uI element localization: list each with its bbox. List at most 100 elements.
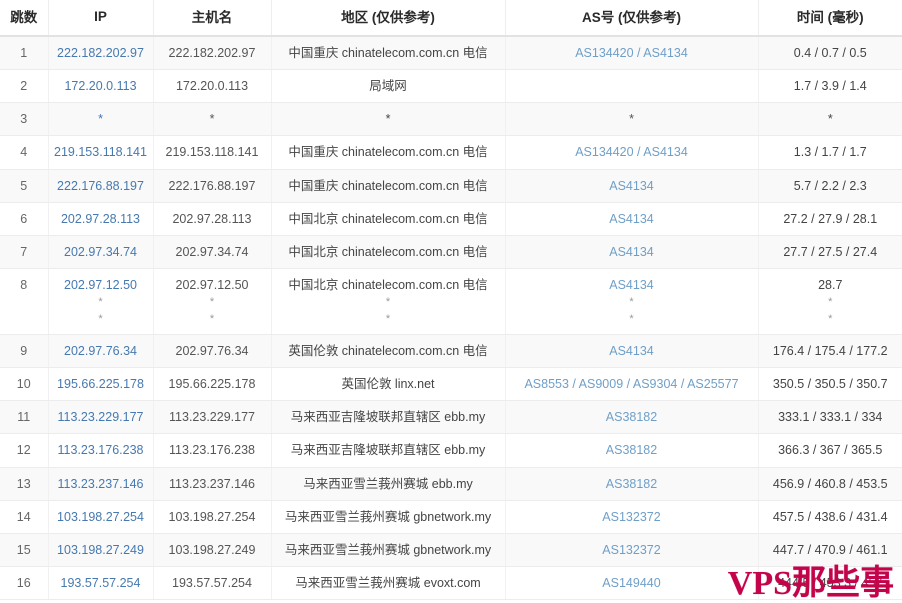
cell-as-link[interactable]: AS38182 [606, 443, 657, 457]
cell-as-link[interactable]: AS132372 [602, 543, 660, 557]
cell-host-text: 195.66.225.178 [168, 377, 256, 392]
cell-ip[interactable]: 113.23.176.238 [48, 433, 154, 468]
cell-host-text: 222.176.88.197 [168, 178, 256, 193]
cell-as-link[interactable]: AS8553 / AS9009 / AS9304 / AS25577 [524, 377, 738, 391]
cell-as[interactable]: AS149440 [505, 566, 759, 601]
cell-hop: 5 [0, 169, 49, 203]
cell-ip-link[interactable]: 219.153.118.141 [54, 145, 147, 159]
cell-ip-link[interactable]: 195.66.225.178 [57, 377, 144, 391]
cell-geo: 马来西亚雪兰莪州赛城 gbnetwork.my [271, 500, 506, 534]
cell-ip[interactable]: 195.66.225.178 [48, 367, 154, 402]
cell-as[interactable]: AS38182 [505, 433, 759, 468]
cell-as[interactable]: AS4134 [505, 334, 759, 369]
cell-as-link[interactable]: AS4134 [609, 179, 653, 193]
cell-time: 27.2 / 27.9 / 28.1 [758, 202, 902, 236]
cell-hop: 8 [0, 268, 49, 336]
cell-ip[interactable]: 113.23.229.177 [48, 400, 154, 435]
cell-as[interactable]: AS4134 [505, 169, 759, 203]
cell-time-text: 444.5 / 453.3 / 457 [778, 575, 883, 590]
cell-as-link[interactable]: AS38182 [606, 410, 657, 424]
cell-ip-link[interactable]: 103.198.27.249 [57, 543, 144, 557]
cell-time-text: 28.7 [818, 277, 843, 292]
cell-ip-link[interactable]: 202.97.76.34 [64, 344, 137, 358]
cell-host: 202.97.34.74 [153, 235, 272, 269]
cell-as-link[interactable]: AS134420 / AS4134 [575, 46, 688, 60]
cell-ip[interactable]: 202.97.28.113 [48, 202, 154, 236]
cell-ip-link[interactable]: 202.97.34.74 [64, 245, 137, 259]
cell-host: 193.57.57.254 [153, 566, 272, 601]
cell-host-text: 113.23.237.146 [169, 476, 255, 491]
cell-hop-text: 2 [20, 79, 28, 94]
cell-time: 1.7 / 3.9 / 1.4 [758, 69, 902, 104]
cell-ip[interactable]: 202.97.34.74 [48, 235, 154, 269]
column-header-host: 主机名 [153, 0, 272, 37]
cell-host-text: 202.97.76.34 [175, 344, 249, 358]
cell-ip[interactable]: 103.198.27.249 [48, 533, 154, 567]
cell-as[interactable]: AS8553 / AS9009 / AS9304 / AS25577 [505, 367, 759, 402]
cell-geo: 马来西亚吉隆坡联邦直辖区 ebb.my [271, 433, 506, 468]
cell-ip-link[interactable]: 222.182.202.97 [57, 46, 144, 60]
cell-ip-link[interactable]: 202.97.12.50 [64, 278, 137, 292]
cell-as-link[interactable]: AS4134 [609, 245, 653, 259]
cell-ip[interactable]: 202.97.76.34 [48, 334, 154, 369]
cell-as-link[interactable]: AS134420 / AS4134 [575, 145, 688, 159]
cell-as-link[interactable]: AS4134 [609, 344, 653, 358]
cell-geo-text: 中国重庆 chinatelecom.com.cn 电信 [288, 46, 488, 60]
cell-ip-link[interactable]: 202.97.28.113 [61, 212, 140, 226]
cell-as-link[interactable]: AS132372 [602, 510, 660, 524]
cell-hop: 2 [0, 69, 49, 104]
cell-time: 28.7 * * [758, 268, 902, 336]
cell-host: 202.97.12.50 * * [153, 268, 272, 336]
cell-ip-link[interactable]: 113.23.229.177 [58, 410, 144, 424]
cell-ip-link[interactable]: 193.57.57.254 [61, 576, 141, 590]
cell-as-link[interactable]: AS4134 [609, 212, 653, 226]
cell-ip-link[interactable]: 222.176.88.197 [57, 179, 144, 193]
cell-as[interactable]: AS38182 [505, 467, 759, 501]
cell-hop-text: 6 [20, 211, 28, 226]
cell-ip-link[interactable]: 113.23.237.146 [58, 477, 144, 491]
cell-ip[interactable]: 219.153.118.141 [48, 135, 154, 170]
cell-ip-link[interactable]: * [98, 112, 103, 126]
cell-geo: 英国伦敦 linx.net [271, 367, 506, 402]
cell-ip[interactable]: 172.20.0.113 [48, 69, 154, 104]
table-row: 10 195.66.225.178 195.66.225.178 英国伦敦 linx.… [0, 367, 902, 402]
cell-geo-text: 中国重庆 chinatelecom.com.cn 电信 [288, 178, 488, 193]
cell-time-text: 333.1 / 333.1 / 334 [778, 410, 883, 425]
cell-as[interactable]: AS132372 [505, 500, 759, 534]
cell-ip[interactable]: 193.57.57.254 [48, 566, 154, 601]
timeout-marker: * [209, 296, 215, 308]
cell-geo: 中国重庆 chinatelecom.com.cn 电信 [271, 135, 506, 170]
cell-as[interactable]: AS134420 / AS4134 [505, 36, 759, 71]
timeout-marker: * [828, 296, 833, 308]
cell-ip[interactable]: 222.176.88.197 [48, 169, 154, 203]
cell-host: 222.176.88.197 [153, 169, 272, 203]
cell-as-link[interactable]: AS149440 [602, 576, 660, 590]
cell-geo-text: 马来西亚雪兰莪州赛城 ebb.my [303, 476, 473, 491]
table-row: 4 219.153.118.141 219.153.118.141 中国重庆 chin… [0, 135, 902, 170]
cell-as[interactable]: AS38182 [505, 400, 759, 435]
cell-as-text: * [629, 112, 634, 127]
cell-as-link[interactable]: AS38182 [606, 477, 657, 491]
cell-hop-text: 5 [20, 178, 28, 193]
cell-as[interactable]: AS132372 [505, 533, 759, 567]
cell-ip-link[interactable]: 103.198.27.254 [57, 510, 144, 524]
cell-time: 0.4 / 0.7 / 0.5 [758, 36, 902, 71]
cell-as[interactable]: AS4134 * * [505, 268, 759, 336]
cell-as[interactable]: AS134420 / AS4134 [505, 135, 759, 170]
cell-time-text: 366.3 / 367 / 365.5 [778, 443, 883, 458]
cell-ip[interactable]: 103.198.27.254 [48, 500, 154, 534]
cell-ip[interactable]: 222.182.202.97 [48, 36, 154, 71]
cell-host-text: 219.153.118.141 [165, 145, 259, 160]
cell-time-text: * [827, 112, 833, 127]
table-row: 6 202.97.28.113 202.97.28.113 中国北京 chinatel… [0, 202, 902, 236]
cell-as[interactable]: AS4134 [505, 202, 759, 236]
table-row: 11 113.23.229.177 113.23.229.177 马来西亚吉隆坡联邦直… [0, 400, 902, 435]
cell-ip[interactable]: 202.97.12.50 * * [48, 268, 154, 336]
cell-ip-link[interactable]: 172.20.0.113 [64, 79, 136, 93]
cell-time: 366.3 / 367 / 365.5 [758, 433, 902, 468]
cell-as[interactable]: AS4134 [505, 235, 759, 269]
cell-as-link[interactable]: AS4134 [609, 278, 653, 292]
cell-ip-link[interactable]: 113.23.176.238 [58, 443, 144, 457]
cell-ip[interactable]: * [48, 102, 154, 137]
cell-ip[interactable]: 113.23.237.146 [48, 467, 154, 501]
